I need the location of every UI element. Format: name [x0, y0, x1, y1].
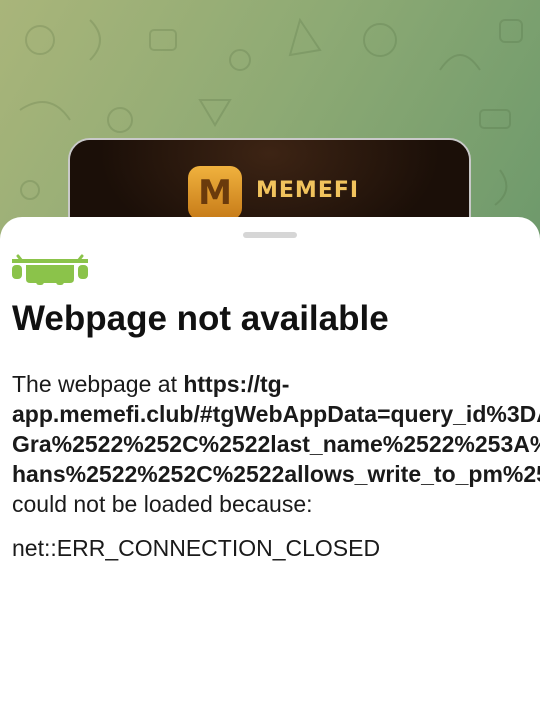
error-url-part-4: hans%2522%252C%2522allows_write_to_pm%25: [12, 461, 540, 487]
error-suffix: could not be loaded because:: [12, 491, 313, 517]
error-code: net::ERR_CONNECTION_CLOSED: [12, 535, 381, 561]
memefi-logo-icon: M: [188, 166, 242, 220]
error-message: The webpage at https://tg- app.memefi.cl…: [12, 369, 540, 519]
error-url-part-3: Gra%2522%252C%2522last_name%2522%253A%: [12, 431, 540, 457]
game-logo-letter: M: [198, 173, 232, 213]
drag-handle[interactable]: [243, 232, 297, 238]
error-prefix: The webpage at: [12, 371, 184, 397]
error-title: Webpage not available: [12, 299, 389, 338]
error-url-part-1: https://tg-: [183, 371, 290, 397]
android-robot-icon: [12, 254, 88, 285]
game-name: MEMEFI: [256, 178, 360, 203]
error-message-line-1: The webpage at https://tg-: [12, 369, 540, 399]
bottom-sheet: Webpage not available The webpage at htt…: [0, 217, 540, 722]
error-url-part-2: app.memefi.club/#tgWebAppData=query_id%3…: [12, 401, 540, 427]
